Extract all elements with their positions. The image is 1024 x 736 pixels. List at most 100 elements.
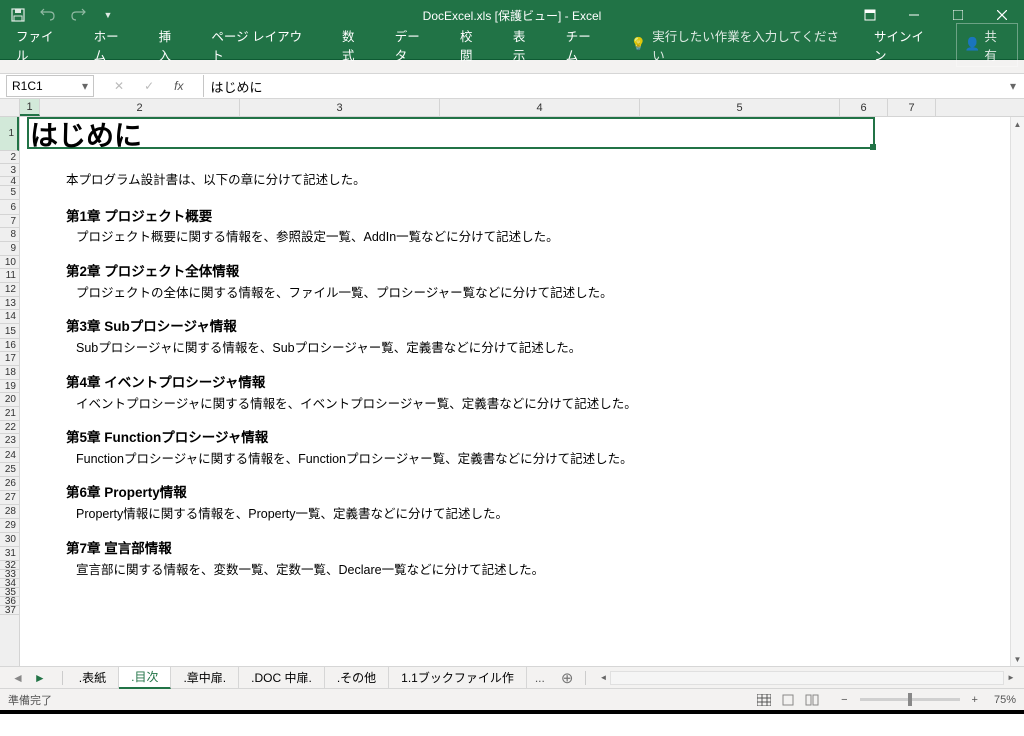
sheet-tab[interactable]: .目次: [119, 667, 171, 689]
ribbon-tabs: ファイル ホーム 挿入 ページ レイアウト 数式 データ 校閲 表示 チーム 💡…: [0, 30, 1024, 60]
sheet-tab[interactable]: .DOC 中扉.: [239, 667, 325, 689]
row-header[interactable]: 9: [0, 242, 19, 256]
sheet-tab[interactable]: .章中扉.: [171, 667, 239, 689]
row-header[interactable]: 2: [0, 151, 19, 164]
row-header[interactable]: 11: [0, 269, 19, 283]
enter-icon[interactable]: ✓: [144, 79, 154, 93]
ribbon-tab-team[interactable]: チーム: [552, 30, 617, 59]
row-header[interactable]: 29: [0, 519, 19, 533]
ribbon-tab-view[interactable]: 表示: [499, 30, 552, 59]
column-header[interactable]: 4: [440, 99, 640, 116]
horizontal-scrollbar[interactable]: ◄ ►: [596, 671, 1018, 685]
signin-link[interactable]: サインイン: [864, 26, 946, 64]
zoom-slider[interactable]: [860, 698, 960, 701]
tab-nav-next-icon[interactable]: ►: [30, 671, 50, 685]
sheet-tab[interactable]: 1.1ブックファイル作: [389, 667, 527, 689]
chapter-description: プロジェクト概要に関する情報を、参照設定一覧、AddIn一覧などに分けて記述した…: [66, 229, 637, 247]
tell-me-input[interactable]: 💡 実行したい作業を入力してください: [617, 30, 864, 59]
column-header[interactable]: 5: [640, 99, 840, 116]
ribbon-tab-review[interactable]: 校閲: [446, 30, 499, 59]
chapter-description: Subプロシージャに関する情報を、Subプロシージャー覧、定義書などに分けて記述…: [66, 340, 637, 358]
window-title: DocExcel.xls [保護ビュー] - Excel: [423, 7, 602, 24]
row-header[interactable]: 17: [0, 352, 19, 366]
row-header[interactable]: 5: [0, 186, 19, 200]
row-header[interactable]: 18: [0, 366, 19, 380]
ribbon-tab-file[interactable]: ファイル: [2, 30, 80, 59]
chapter-heading: 第4章 イベントプロシージャ情報: [66, 374, 637, 393]
new-sheet-button[interactable]: ⊕: [553, 669, 582, 687]
row-header[interactable]: 4: [0, 177, 19, 186]
row-header[interactable]: 21: [0, 407, 19, 421]
row-header[interactable]: 7: [0, 215, 19, 228]
column-header[interactable]: 1: [20, 99, 40, 116]
ribbon-tab-data[interactable]: データ: [381, 30, 446, 59]
scroll-down-icon[interactable]: ▼: [1011, 652, 1024, 666]
scroll-right-icon[interactable]: ►: [1004, 671, 1018, 685]
column-header[interactable]: 3: [240, 99, 440, 116]
ribbon-tab-formulas[interactable]: 数式: [328, 30, 381, 59]
sheet-viewport[interactable]: はじめに 本プログラム設計書は、以下の章に分けて記述した。 第1章 プロジェクト…: [20, 117, 1024, 666]
zoom-level[interactable]: 75%: [994, 694, 1016, 706]
row-header[interactable]: 8: [0, 228, 19, 242]
tab-nav-first-icon[interactable]: ◄: [8, 671, 28, 685]
undo-icon[interactable]: [40, 7, 56, 23]
qat-customize-icon[interactable]: ▼: [100, 7, 116, 23]
row-header[interactable]: 16: [0, 339, 19, 352]
row-header[interactable]: 20: [0, 393, 19, 407]
row-header[interactable]: 30: [0, 533, 19, 547]
ribbon-display-button[interactable]: [848, 0, 892, 30]
row-header[interactable]: 6: [0, 200, 19, 215]
view-normal-icon[interactable]: [753, 691, 775, 709]
scroll-up-icon[interactable]: ▲: [1011, 117, 1024, 131]
row-header[interactable]: 37: [0, 606, 19, 615]
column-header[interactable]: 6: [840, 99, 888, 116]
formula-bar: R1C1 ▾ ✕ ✓ fx はじめに ▾: [0, 74, 1024, 99]
name-box[interactable]: R1C1 ▾: [6, 75, 94, 97]
row-header[interactable]: 15: [0, 324, 19, 339]
cancel-icon[interactable]: ✕: [114, 79, 124, 93]
sheet-tab[interactable]: .その他: [325, 667, 389, 689]
redo-icon[interactable]: [70, 7, 86, 23]
ribbon-tab-insert[interactable]: 挿入: [145, 30, 198, 59]
zoom-in-button[interactable]: +: [968, 694, 982, 706]
select-all-corner[interactable]: [0, 99, 20, 116]
expand-formula-bar-icon[interactable]: ▾: [1010, 79, 1024, 93]
row-header[interactable]: 26: [0, 477, 19, 491]
worksheet-grid[interactable]: 1234567891011121314151617181920212223242…: [0, 117, 1024, 666]
formula-input[interactable]: はじめに: [203, 75, 1004, 97]
row-header[interactable]: 19: [0, 380, 19, 393]
chapter-heading: 第2章 プロジェクト全体情報: [66, 263, 637, 282]
chapter-description: プロジェクトの全体に関する情報を、ファイル一覧、プロシージャー覧などに分けて記述…: [66, 285, 637, 303]
row-headers: 1234567891011121314151617181920212223242…: [0, 117, 20, 666]
column-header[interactable]: 7: [888, 99, 936, 116]
row-header[interactable]: 12: [0, 283, 19, 297]
row-header[interactable]: 28: [0, 505, 19, 519]
row-header[interactable]: 13: [0, 297, 19, 310]
view-pagelayout-icon[interactable]: [777, 691, 799, 709]
active-cell-border: [27, 117, 875, 149]
row-header[interactable]: 1: [0, 117, 19, 151]
row-header[interactable]: 10: [0, 256, 19, 269]
save-icon[interactable]: [10, 7, 26, 23]
vertical-scrollbar[interactable]: ▲ ▼: [1010, 117, 1024, 666]
minimize-button[interactable]: [892, 0, 936, 30]
scroll-left-icon[interactable]: ◄: [596, 671, 610, 685]
row-header[interactable]: 22: [0, 421, 19, 434]
sheet-tab[interactable]: .表紙: [67, 667, 119, 689]
ribbon-tab-home[interactable]: ホーム: [80, 30, 145, 59]
chevron-down-icon[interactable]: ▾: [82, 79, 88, 93]
row-header[interactable]: 14: [0, 310, 19, 324]
sheet-more-button[interactable]: ...: [527, 671, 553, 685]
person-icon: 👤: [965, 37, 981, 52]
row-header[interactable]: 25: [0, 463, 19, 477]
column-header[interactable]: 2: [40, 99, 240, 116]
row-header[interactable]: 24: [0, 448, 19, 463]
zoom-out-button[interactable]: −: [837, 694, 851, 706]
row-header[interactable]: 23: [0, 434, 19, 448]
chapter-heading: 第1章 プロジェクト概要: [66, 208, 637, 227]
view-pagebreak-icon[interactable]: [801, 691, 823, 709]
ribbon-tab-pagelayout[interactable]: ページ レイアウト: [197, 30, 328, 59]
row-header[interactable]: 27: [0, 491, 19, 505]
fx-icon[interactable]: fx: [174, 79, 183, 93]
share-button[interactable]: 👤 共有: [956, 23, 1018, 67]
